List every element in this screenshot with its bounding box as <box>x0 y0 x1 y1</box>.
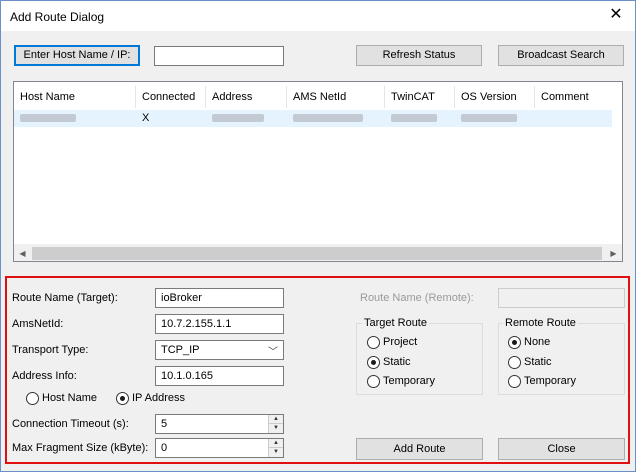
connection-timeout-label: Connection Timeout (s): <box>12 418 129 430</box>
redacted-value <box>391 114 437 123</box>
remote-route-static[interactable]: Static <box>508 355 552 369</box>
host-list[interactable]: Host Name Connected Address AMS NetId Tw… <box>13 81 623 262</box>
transport-type-value: TCP_IP <box>161 344 200 356</box>
cell-ams-netid <box>287 110 363 127</box>
remote-route-temporary[interactable]: Temporary <box>508 374 576 388</box>
cell-connected: X <box>142 112 150 124</box>
column-comment[interactable]: Comment <box>535 86 612 108</box>
radio-unchecked-icon <box>367 335 380 349</box>
spinner[interactable]: ▲ ▼ <box>268 415 283 433</box>
title-bar: Add Route Dialog ✕ <box>1 1 635 31</box>
remote-route-none[interactable]: None <box>508 335 550 349</box>
route-name-target-label: Route Name (Target): <box>12 292 118 304</box>
add-route-dialog: Add Route Dialog ✕ Enter Host Name / IP:… <box>0 0 636 472</box>
host-ip-input[interactable] <box>154 46 284 66</box>
column-twincat[interactable]: TwinCAT <box>385 86 455 108</box>
max-fragment-label: Max Fragment Size (kByte): <box>12 442 149 454</box>
remote-route-title: Remote Route <box>503 317 578 329</box>
column-host-name[interactable]: Host Name <box>14 86 136 108</box>
radio-ip-address[interactable]: IP Address <box>116 391 185 405</box>
radio-unchecked-icon <box>508 374 521 388</box>
spin-up-icon[interactable]: ▲ <box>269 439 283 448</box>
address-info-label: Address Info: <box>12 370 77 382</box>
connection-timeout-stepper[interactable]: 5 ▲ ▼ <box>155 414 284 434</box>
target-route-static[interactable]: Static <box>367 355 411 369</box>
route-name-remote-label: Route Name (Remote): <box>360 292 474 304</box>
transport-type-select[interactable]: TCP_IP ﹀ <box>155 340 284 360</box>
target-route-temporary[interactable]: Temporary <box>367 374 435 388</box>
table-row[interactable]: X <box>14 110 612 127</box>
spin-down-icon[interactable]: ▼ <box>269 424 283 433</box>
target-route-title: Target Route <box>362 317 429 329</box>
radio-checked-icon <box>367 355 380 369</box>
cell-twincat <box>385 110 437 127</box>
redacted-value <box>20 114 76 123</box>
radio-unchecked-icon <box>508 355 521 369</box>
horizontal-scrollbar[interactable]: ◀ ▶ <box>14 244 622 261</box>
column-address[interactable]: Address <box>206 86 287 108</box>
cell-address <box>206 110 264 127</box>
amsnetid-input[interactable]: 10.7.2.155.1.1 <box>155 314 284 334</box>
radio-checked-icon <box>508 335 521 349</box>
cell-comment <box>535 110 541 127</box>
amsnetid-label: AmsNetId: <box>12 318 64 330</box>
spinner[interactable]: ▲ ▼ <box>268 439 283 457</box>
enter-host-button[interactable]: Enter Host Name / IP: <box>14 45 140 66</box>
redacted-value <box>212 114 264 123</box>
scroll-left-icon[interactable]: ◀ <box>14 245 31 262</box>
column-os-version[interactable]: OS Version <box>455 86 535 108</box>
add-route-button[interactable]: Add Route <box>356 438 483 460</box>
window-title: Add Route Dialog <box>10 10 105 24</box>
close-button[interactable]: Close <box>498 438 625 460</box>
host-list-header: Host Name Connected Address AMS NetId Tw… <box>14 86 622 108</box>
column-ams-netid[interactable]: AMS NetId <box>287 86 385 108</box>
radio-checked-icon <box>116 391 129 405</box>
radio-unchecked-icon <box>367 374 380 388</box>
close-icon[interactable]: ✕ <box>607 6 625 24</box>
cell-os-version <box>455 110 517 127</box>
scrollbar-thumb[interactable] <box>32 247 602 260</box>
chevron-down-icon: ﹀ <box>268 347 278 358</box>
redacted-value <box>293 114 363 123</box>
max-fragment-stepper[interactable]: 0 ▲ ▼ <box>155 438 284 458</box>
cell-host-name <box>14 110 76 127</box>
refresh-status-button[interactable]: Refresh Status <box>356 45 482 66</box>
radio-unchecked-icon <box>26 391 39 405</box>
scroll-right-icon[interactable]: ▶ <box>605 245 622 262</box>
target-route-project[interactable]: Project <box>367 335 417 349</box>
column-connected[interactable]: Connected <box>136 86 206 108</box>
address-info-input[interactable]: 10.1.0.165 <box>155 366 284 386</box>
route-name-remote-input[interactable] <box>498 288 625 308</box>
redacted-value <box>461 114 517 123</box>
spin-up-icon[interactable]: ▲ <box>269 415 283 424</box>
broadcast-search-button[interactable]: Broadcast Search <box>498 45 624 66</box>
route-name-target-input[interactable]: ioBroker <box>155 288 284 308</box>
spin-down-icon[interactable]: ▼ <box>269 448 283 457</box>
connection-timeout-value: 5 <box>161 418 168 430</box>
transport-type-label: Transport Type: <box>12 344 89 356</box>
radio-host-name[interactable]: Host Name <box>26 391 97 405</box>
max-fragment-value: 0 <box>161 442 168 454</box>
